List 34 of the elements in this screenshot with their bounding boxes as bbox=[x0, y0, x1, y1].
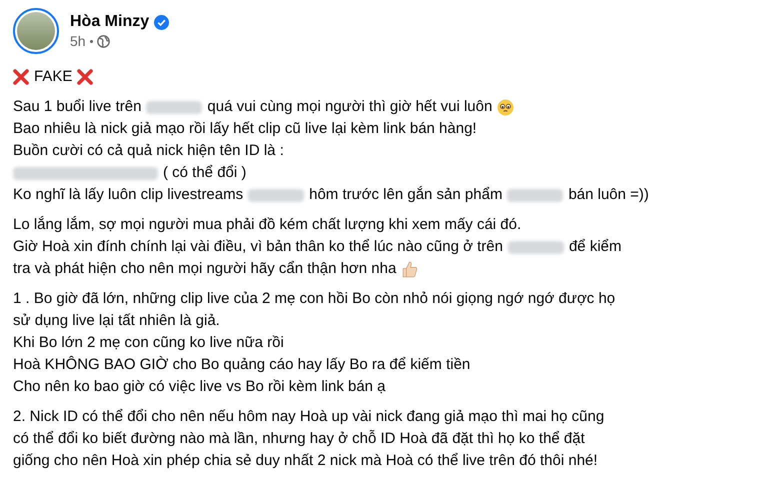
thumbs-up-icon bbox=[401, 260, 418, 278]
teary-face-icon bbox=[497, 98, 514, 116]
post-text: Hoà KHÔNG BAO GIỜ cho Bo quảng cáo hay lấy Bo ra để kiếm tiền bbox=[13, 354, 470, 375]
post-text: Bao nhiêu là nick giả mạo rồi lấy hết clip cũ live lại kèm link bán hàng! bbox=[13, 119, 477, 139]
author-name[interactable]: Hòa Minzy bbox=[70, 13, 150, 31]
post-text: Cho nên ko bao giờ có việc live vs Bo rồi kèm link bán ạ bbox=[13, 377, 386, 397]
blurred-text bbox=[507, 188, 564, 202]
avatar[interactable] bbox=[13, 8, 59, 54]
post-text: Giờ Hoà xin đính chính lại vài điều, vì bản thân ko thể lúc nào cũng ở trên bbox=[13, 237, 503, 257]
post-text: ( có thể đổi ) bbox=[163, 163, 246, 183]
post-text: Khi Bo lớn 2 mẹ con cũng ko live nữa rồi bbox=[13, 333, 284, 353]
post-text: để kiểm bbox=[568, 237, 622, 257]
post-text: có thể đổi ko biết đường nào mà lần, nhưng hay ở chỗ ID Hoà đã đặt thì họ ko thể đặt bbox=[13, 429, 585, 449]
post-text: Buồn cười có cả quả nick hiện tên ID là : bbox=[13, 141, 284, 161]
post-text: 1 . Bo giờ đã lớn, những clip live của 2 mẹ con hồi Bo còn nhỏ nói giọng ngớ ngớ được họ bbox=[13, 289, 616, 309]
post-text: sử dụng live lại tất nhiên là giả. bbox=[13, 311, 220, 331]
post-text: hôm trước lên gắn sản phẩm bbox=[309, 185, 502, 205]
blurred-text bbox=[146, 100, 202, 114]
post-text: Lo lắng lắm, sợ mọi người mua phải đồ kém chất lượng khi xem mấy cái đó. bbox=[13, 215, 522, 235]
separator-dot-icon bbox=[90, 40, 93, 42]
post-text: bán luôn =)) bbox=[568, 185, 649, 205]
post-text: Sau 1 buổi live trên bbox=[13, 97, 142, 117]
post-text: giống cho nên Hoà xin phép chia sẻ duy nhất 2 nick mà Hoà có thể live trên đó thôi nhé! bbox=[13, 451, 598, 471]
post-text: FAKE bbox=[34, 67, 72, 87]
globe-icon[interactable] bbox=[96, 34, 110, 48]
post-time[interactable]: 5h bbox=[70, 33, 86, 49]
cross-icon bbox=[13, 69, 29, 85]
post-text: 2. Nick ID có thể đổi cho nên nếu hôm nay Hoà up vài nick đang giả mạo thì mai họ cũng bbox=[13, 407, 604, 427]
blurred-text bbox=[248, 188, 304, 202]
blurred-text bbox=[508, 240, 564, 254]
post-text: Ko nghĩ là lấy luôn clip livestreams bbox=[13, 185, 244, 205]
post-text: quá vui cùng mọi người thì giờ hết vui luôn bbox=[207, 97, 492, 117]
post-text: tra và phát hiện cho nên mọi người hãy cẩn thận hơn nha bbox=[13, 259, 396, 279]
cross-icon bbox=[77, 69, 94, 85]
